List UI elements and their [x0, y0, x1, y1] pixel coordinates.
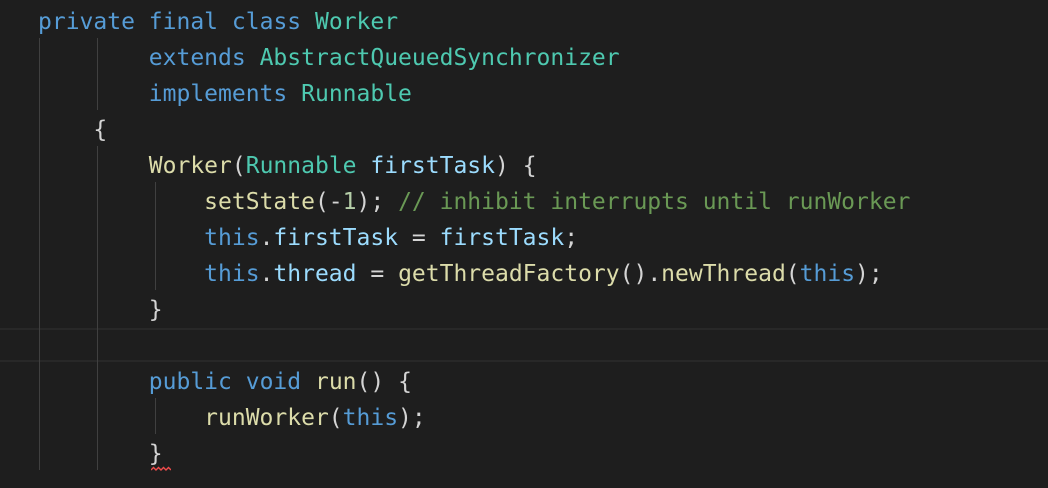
code-token: Runnable [245, 153, 357, 179]
code-token: void [245, 369, 302, 395]
code-token: { [38, 117, 108, 143]
code-token: (- [314, 189, 343, 215]
code-token: this [342, 405, 399, 431]
code-token: Worker [148, 153, 232, 179]
code-line[interactable]: public void run() { [0, 364, 1048, 400]
code-line[interactable] [0, 328, 1048, 364]
code-token: this [204, 261, 260, 287]
code-token: this [204, 225, 260, 251]
code-line-text: setState(-1); // inhibit interrupts unti… [38, 184, 910, 220]
code-line-text: public void run() { [38, 364, 412, 400]
code-token: ( [231, 153, 246, 179]
code-line-text: private final class Worker [38, 4, 398, 40]
code-token: run [314, 369, 357, 395]
code-token: Runnable [301, 81, 412, 107]
code-token: ); [356, 189, 399, 215]
code-token: . [259, 225, 274, 251]
code-token: ) { [495, 153, 537, 179]
code-token: ; [564, 225, 579, 251]
code-token: } [38, 441, 163, 467]
code-line-text: runWorker(this); [38, 400, 426, 436]
code-line-text: } [38, 436, 163, 472]
code-token: } [38, 297, 163, 323]
code-line-text: } [38, 292, 163, 328]
code-token: = [398, 225, 440, 251]
code-line-text: Worker(Runnable firstTask) { [38, 148, 537, 184]
code-token: ( [785, 261, 800, 287]
code-line-text: this.thread = getThreadFactory().newThre… [38, 256, 883, 292]
code-line[interactable]: Worker(Runnable firstTask) { [0, 148, 1048, 184]
code-line-text: implements Runnable [38, 76, 412, 112]
code-line[interactable]: private final class Worker [0, 4, 1048, 40]
code-token: getThreadFactory [398, 261, 620, 287]
code-token: newThread [661, 261, 786, 287]
code-line[interactable]: } [0, 292, 1048, 328]
code-token: . [259, 261, 274, 287]
code-line[interactable]: extends AbstractQueuedSynchronizer [0, 40, 1048, 76]
code-token: ( [328, 405, 343, 431]
code-line[interactable]: implements Runnable [0, 76, 1048, 112]
code-token: firstTask [370, 153, 495, 179]
code-token: private [38, 9, 135, 35]
code-token: class [231, 9, 302, 35]
code-token: setState [204, 189, 315, 215]
code-token: 1 [342, 189, 357, 215]
code-token: final [148, 9, 219, 35]
code-line-text: { [38, 112, 107, 148]
code-token: ); [398, 405, 426, 431]
code-line[interactable]: setState(-1); // inhibit interrupts unti… [0, 184, 1048, 220]
code-token: firstTask [439, 225, 565, 251]
code-token: AbstractQueuedSynchronizer [259, 45, 620, 71]
code-token: implements [148, 81, 288, 107]
code-line[interactable]: { [0, 112, 1048, 148]
code-token: // inhibit interrupts until runWorker [398, 189, 911, 215]
code-line[interactable]: runWorker(this); [0, 400, 1048, 436]
code-token: () { [356, 369, 412, 395]
code-token: = [356, 261, 399, 287]
code-editor[interactable]: private final class Worker extends Abstr… [0, 0, 1048, 488]
code-line[interactable]: this.firstTask = firstTask; [0, 220, 1048, 256]
code-token: public [148, 369, 232, 395]
code-line-text: extends AbstractQueuedSynchronizer [38, 40, 620, 76]
code-token: Worker [315, 9, 399, 35]
code-token: extends [148, 45, 246, 71]
code-token: runWorker [204, 405, 329, 431]
code-line[interactable]: this.thread = getThreadFactory().newThre… [0, 256, 1048, 292]
code-token: (). [619, 261, 662, 287]
code-token: this [799, 261, 856, 287]
code-line-text: this.firstTask = firstTask; [38, 220, 578, 256]
code-token: ); [855, 261, 883, 287]
code-token: firstTask [273, 225, 399, 251]
code-token: thread [273, 261, 357, 287]
error-squiggle [151, 466, 171, 471]
